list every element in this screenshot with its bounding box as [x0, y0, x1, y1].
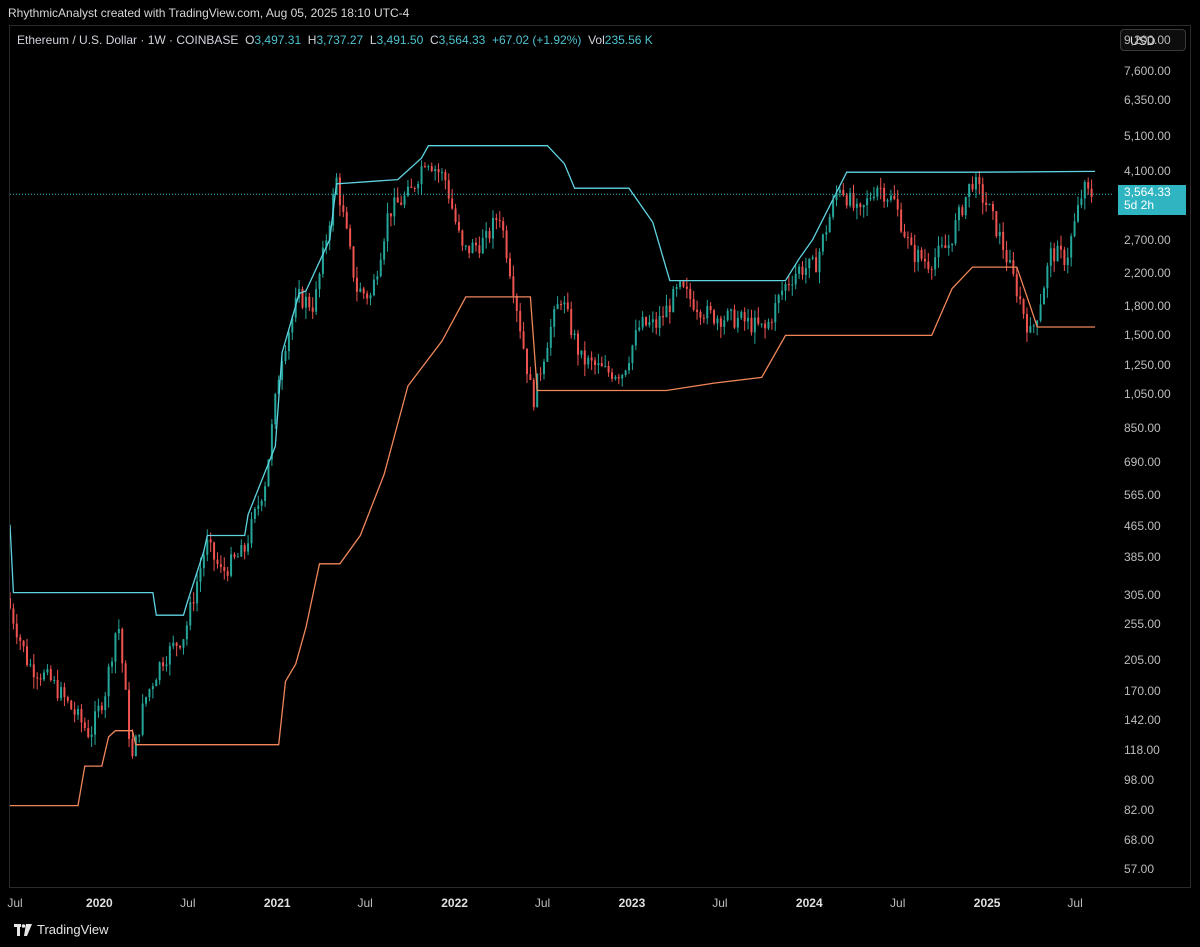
vol-value: 235.56 K — [604, 33, 653, 47]
open-key: O — [245, 33, 255, 47]
y-tick-label: 385.00 — [1124, 550, 1161, 565]
x-tick-label: Jul — [1067, 896, 1083, 910]
x-tick-label: 2021 — [263, 896, 291, 910]
low-value: 3,491.50 — [376, 33, 424, 47]
x-tick-label: 2022 — [441, 896, 468, 910]
x-tick-label: Jul — [890, 896, 906, 910]
y-tick-label: 690.00 — [1124, 455, 1161, 470]
y-tick-label: 9,200.00 — [1124, 32, 1171, 47]
y-tick-label: 205.00 — [1124, 653, 1161, 668]
open-value: 3,497.31 — [254, 33, 302, 47]
close-value: 3,564.33 — [438, 33, 486, 47]
y-tick-label: 68.00 — [1124, 833, 1155, 848]
footer-brand-text: TradingView — [37, 922, 109, 937]
y-tick-label: 305.00 — [1124, 588, 1161, 603]
y-tick-label: 7,600.00 — [1124, 63, 1171, 78]
low-key: L — [369, 33, 377, 47]
y-tick-label: 57.00 — [1124, 861, 1155, 876]
x-tick-label: 2023 — [618, 896, 646, 910]
y-tick-label: 82.00 — [1124, 802, 1155, 817]
x-tick-label: Jul — [7, 896, 23, 910]
y-tick-label: 6,350.00 — [1124, 93, 1171, 108]
y-tick-label: 1,500.00 — [1124, 328, 1171, 343]
last-price-tag: 3,564.33 5d 2h — [1118, 185, 1186, 216]
x-tick-label: 2025 — [973, 896, 1001, 910]
y-tick-label: 4,100.00 — [1124, 164, 1171, 179]
x-tick-label: Jul — [180, 896, 196, 910]
bar-countdown: 5d 2h — [1124, 198, 1155, 213]
tradingview-logo-icon — [14, 923, 32, 936]
x-tick-label: Jul — [534, 896, 551, 910]
chart-frame — [9, 25, 1191, 888]
x-tick-label: Jul — [712, 896, 728, 910]
y-tick-label: 255.00 — [1124, 617, 1161, 632]
x-tick-label: 2024 — [795, 896, 823, 910]
y-tick-label: 465.00 — [1124, 519, 1161, 534]
x-tick-label: Jul — [357, 896, 373, 910]
y-tick-label: 1,050.00 — [1124, 386, 1171, 401]
high-value: 3,737.27 — [316, 33, 364, 47]
symbol-name: Ethereum / U.S. Dollar · 1W · COINBASE — [17, 33, 239, 47]
y-tick-label: 5,100.00 — [1124, 128, 1171, 143]
y-tick-label: 1,800.00 — [1124, 298, 1171, 313]
y-tick-label: 1,250.00 — [1124, 358, 1171, 373]
y-tick-label: 2,200.00 — [1124, 265, 1171, 280]
y-tick-label: 142.00 — [1124, 712, 1161, 727]
footer-brand[interactable]: TradingView — [14, 922, 109, 937]
y-tick-label: 170.00 — [1124, 683, 1161, 698]
vol-key: Vol — [588, 33, 605, 47]
y-tick-label: 565.00 — [1124, 487, 1161, 502]
y-tick-label: 118.00 — [1124, 743, 1160, 758]
y-tick-label: 98.00 — [1124, 773, 1155, 788]
symbol-legend: Ethereum / U.S. Dollar · 1W · COINBASE O… — [17, 33, 653, 47]
close-key: C — [429, 33, 439, 47]
change-value: +67.02 (+1.92%) — [492, 33, 582, 47]
y-tick-label: 850.00 — [1124, 421, 1161, 436]
y-tick-label: 2,700.00 — [1124, 232, 1171, 247]
x-tick-label: 2020 — [86, 896, 113, 910]
